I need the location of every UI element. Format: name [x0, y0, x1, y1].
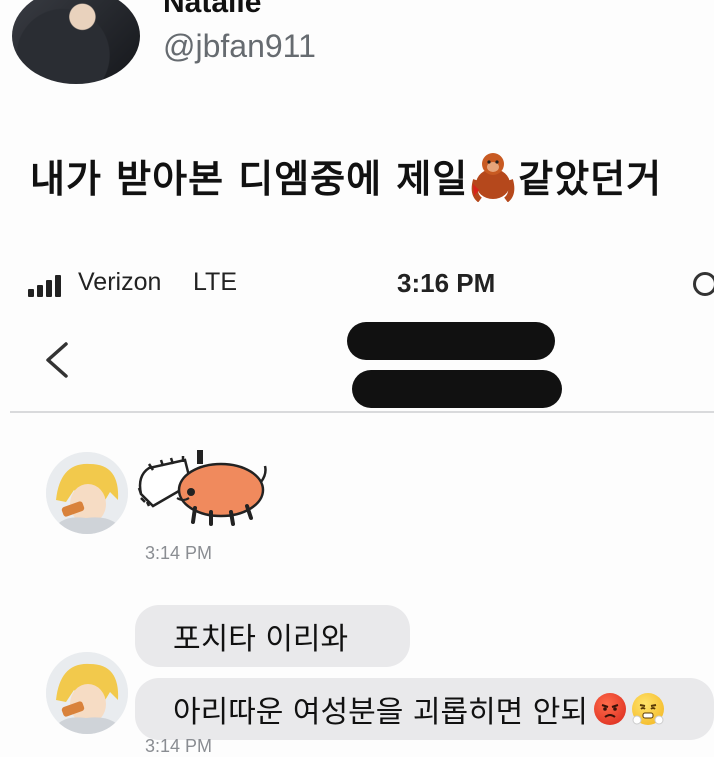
tweet-text-part-2: 같았던거 [518, 157, 663, 201]
header-divider [10, 411, 714, 413]
tweet-text: 내가 받아본 디엠중에 제일 같았던거 [30, 148, 662, 203]
display-name[interactable]: Natalie [163, 0, 261, 20]
sender-avatar[interactable] [46, 652, 128, 734]
pochita-sticker [137, 450, 267, 526]
message-text: 포치타 이리와 [173, 622, 349, 657]
face-with-steam-icon [632, 693, 665, 725]
message-timestamp: 3:14 PM [145, 736, 213, 756]
signal-bars-icon [28, 275, 61, 297]
orientation-lock-icon [693, 272, 714, 296]
back-chevron-icon[interactable] [38, 340, 76, 380]
redacted-contact-name [347, 322, 555, 360]
profile-avatar[interactable] [12, 0, 140, 84]
sender-avatar[interactable] [46, 452, 128, 534]
tweet-text-part-1: 내가 받아본 디엠중에 제일 [30, 157, 469, 201]
redacted-contact-detail [352, 370, 562, 408]
message-text: 아리따운 여성분을 괴롭히면 안되 [173, 695, 589, 730]
message-bubble[interactable]: 아리따운 여성분을 괴롭히면 안되 [135, 678, 714, 740]
carrier-name: Verizon [78, 268, 162, 296]
angry-face-icon [594, 693, 627, 725]
user-handle[interactable]: @jbfan911 [163, 28, 316, 65]
network-type: LTE [193, 268, 237, 296]
status-time: 3:16 PM [397, 268, 496, 298]
orangutan-icon [470, 150, 516, 202]
message-bubble[interactable]: 포치타 이리와 [135, 605, 410, 667]
message-timestamp: 3:14 PM [145, 543, 213, 563]
